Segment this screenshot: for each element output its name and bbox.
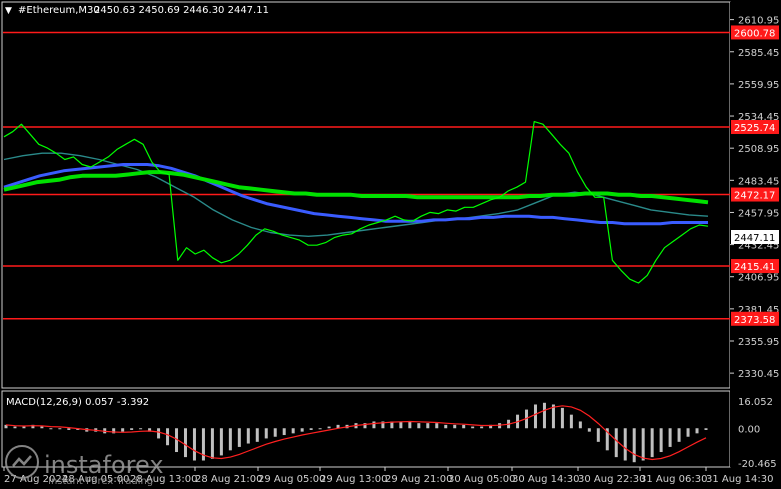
time-tick-label: 29 Aug 21:00	[385, 474, 452, 485]
ohlc-readout: 2450.63 2450.69 2446.30 2447.11	[94, 5, 269, 16]
time-tick-label: 31 Aug 06:30	[640, 474, 707, 485]
macd-histogram-bar	[677, 428, 681, 442]
macd-histogram-bar	[13, 426, 17, 429]
macd-tick-label: 0.00	[738, 424, 760, 435]
macd-histogram-bar	[668, 428, 672, 447]
macd-histogram-bar	[228, 428, 232, 451]
macd-histogram-bar	[273, 428, 277, 437]
macd-histogram-bar	[632, 428, 636, 463]
current-price-label: 2447.11	[734, 233, 775, 244]
macd-label: MACD(12,26,9) 0.057 -3.392	[6, 397, 149, 408]
macd-histogram-bar	[560, 407, 564, 429]
macd-histogram-bar	[219, 428, 223, 456]
macd-histogram-bar	[686, 428, 690, 437]
macd-histogram-bar	[533, 404, 537, 429]
price-tick-label: 2483.45	[738, 176, 779, 187]
price-tick-label: 2330.45	[738, 369, 779, 380]
time-tick-label: 30 Aug 22:30	[578, 474, 645, 485]
level-label: 2472.17	[734, 191, 775, 202]
macd-histogram-bar	[67, 428, 71, 430]
macd-histogram-bar	[246, 428, 250, 444]
macd-histogram-bar	[435, 423, 439, 429]
macd-histogram-bar	[704, 428, 708, 430]
macd-histogram-bar	[650, 428, 654, 458]
macd-histogram-bar	[444, 424, 448, 429]
macd-histogram-bar	[121, 428, 125, 432]
price-tick-label: 2508.95	[738, 144, 779, 155]
price-tick-label: 2585.45	[738, 48, 779, 59]
macd-histogram-bar	[192, 428, 196, 461]
level-label: 2600.78	[734, 28, 775, 39]
macd-histogram-bar	[40, 426, 44, 429]
macd-histogram-bar	[542, 402, 546, 429]
time-tick-label: 29 Aug 13:00	[320, 474, 387, 485]
macd-histogram-bar	[130, 428, 134, 430]
macd-histogram-bar	[623, 428, 627, 461]
macd-histogram-bar	[578, 421, 582, 429]
macd-histogram-bar	[569, 414, 573, 429]
macd-histogram-bar	[614, 428, 618, 458]
macd-histogram-bar	[659, 428, 663, 453]
macd-histogram-bar	[462, 424, 466, 429]
macd-histogram-bar	[318, 428, 322, 430]
price-tick-label: 2457.95	[738, 208, 779, 219]
trading-chart[interactable]: 2610.952585.452559.952534.452508.952483.…	[0, 0, 781, 489]
macd-histogram-bar	[587, 428, 591, 432]
macd-histogram-bar	[327, 426, 331, 429]
macd-histogram-bar	[480, 426, 484, 429]
time-tick-label: 31 Aug 14:30	[706, 474, 773, 485]
price-tick-label: 2610.95	[738, 16, 779, 27]
macd-histogram-bar	[139, 428, 143, 430]
macd-histogram-bar	[166, 428, 170, 446]
time-tick-label: 30 Aug 14:30	[512, 474, 579, 485]
macd-histogram-bar	[300, 428, 304, 432]
macd-histogram-bar	[372, 421, 376, 429]
macd-histogram-bar	[596, 428, 600, 442]
watermark-tagline: Instant Forex Trading	[48, 476, 153, 487]
macd-histogram-bar	[49, 428, 53, 430]
macd-histogram-bar	[471, 426, 475, 429]
macd-histogram-bar	[417, 423, 421, 429]
macd-histogram-bar	[237, 428, 241, 447]
price-tick-label: 2355.95	[738, 337, 779, 348]
level-label: 2525.74	[734, 123, 775, 134]
symbol-title: #Ethereum,M30	[18, 5, 100, 16]
level-label: 2415.41	[734, 262, 775, 273]
macd-histogram-bar	[282, 428, 286, 436]
time-tick-label: 29 Aug 05:00	[258, 474, 325, 485]
dropdown-icon[interactable]: ▼	[5, 6, 12, 16]
macd-histogram-bar	[695, 428, 699, 434]
macd-histogram-bar	[22, 426, 26, 429]
macd-histogram-bar	[264, 428, 268, 439]
price-tick-label: 2406.95	[738, 273, 779, 284]
macd-histogram-bar	[408, 421, 412, 429]
macd-histogram-bar	[426, 423, 430, 429]
macd-histogram-bar	[291, 428, 295, 434]
macd-tick-label: 16.052	[738, 397, 773, 408]
macd-histogram-bar	[309, 428, 313, 430]
macd-histogram-bar	[157, 428, 161, 439]
macd-histogram-bar	[183, 428, 187, 458]
time-tick-label: 28 Aug 21:00	[195, 474, 262, 485]
level-label: 2373.58	[734, 315, 775, 326]
macd-histogram-bar	[58, 428, 62, 430]
time-tick-label: 30 Aug 05:00	[448, 474, 515, 485]
watermark-brand: instaforex	[44, 451, 164, 479]
macd-histogram-bar	[210, 428, 214, 459]
macd-histogram-bar	[453, 424, 457, 429]
macd-tick-label: -20.465	[738, 459, 777, 470]
macd-histogram-bar	[641, 428, 645, 461]
macd-histogram-bar	[255, 428, 259, 442]
price-tick-label: 2559.95	[738, 80, 779, 91]
macd-histogram-bar	[399, 421, 403, 429]
